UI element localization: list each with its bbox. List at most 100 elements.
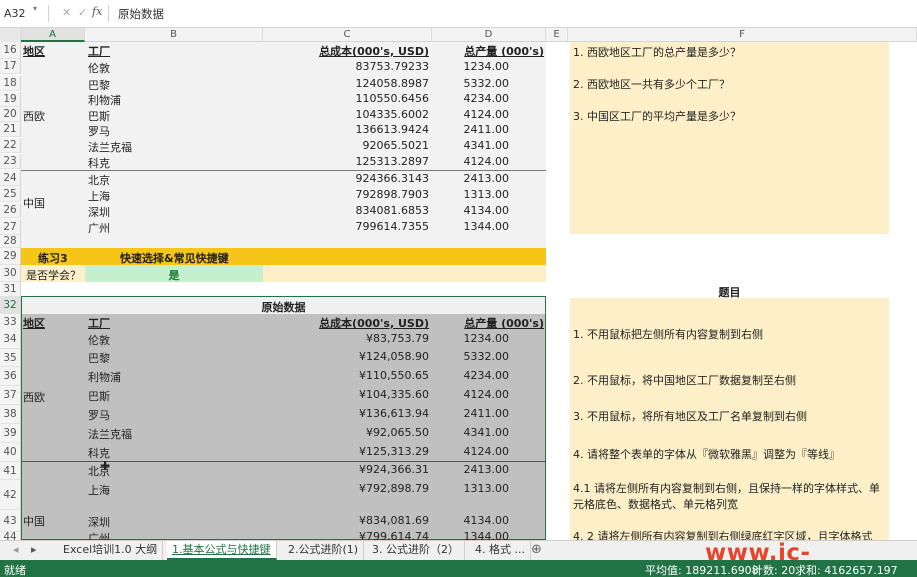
row-header[interactable]: 20 [0, 107, 21, 122]
row-header[interactable]: 30 [0, 265, 21, 282]
question-2: 2. 西欧地区一共有多少个工厂？ [573, 78, 730, 91]
row-header[interactable]: 21 [0, 122, 21, 137]
factory-cell: 巴斯 [88, 110, 110, 123]
row-header[interactable]: 27 [0, 219, 21, 235]
row-header[interactable]: 34 [0, 330, 21, 349]
exercise-answer[interactable]: 是 [85, 267, 263, 283]
tab-formula-advanced-1[interactable]: 2.公式进阶(1) [283, 541, 365, 560]
cost-cell: ¥83,753.79 [366, 332, 429, 345]
exercise-label: 练习3 [38, 252, 68, 265]
column-header-e[interactable]: E [546, 28, 568, 42]
cost-cell: 110550.6456 [355, 92, 429, 105]
output-cell: 4134.00 [463, 204, 510, 217]
formula-input[interactable]: 原始数据 [118, 6, 164, 22]
cost-cell: ¥125,313.29 [359, 445, 429, 458]
row-header[interactable]: 16 [0, 42, 21, 59]
row-header[interactable]: 18 [0, 76, 21, 91]
row-header[interactable]: 36 [0, 367, 21, 386]
factory-cell: 罗马 [88, 409, 110, 422]
exercise-title: 快速选择&常见快捷键 [120, 252, 229, 265]
status-ready: 就绪 [4, 564, 26, 577]
row-header[interactable]: 39 [0, 424, 21, 443]
column-header-c[interactable]: C [263, 28, 432, 42]
question-3: 3. 中国区工厂的平均产量是多少？ [573, 110, 741, 123]
factory-cell: 巴黎 [88, 79, 110, 92]
output-cell: 1234.00 [463, 332, 510, 345]
factory-cell: 深圳 [88, 206, 110, 219]
status-sum: 求和: 4162657.197 [795, 564, 898, 577]
tab-scroll-right-icon[interactable]: ▸ [26, 541, 42, 560]
output-cell: 4341.00 [463, 426, 510, 439]
row-header[interactable]: 43 [0, 510, 21, 532]
enter-icon[interactable]: ✓ [78, 6, 87, 19]
row-header[interactable]: 28 [0, 235, 21, 248]
cost-cell: ¥792,898.79 [359, 482, 429, 495]
row-header[interactable]: 25 [0, 186, 21, 202]
name-box-dropdown-icon[interactable]: ▾ [33, 4, 37, 13]
status-count: 计数: 20 [752, 564, 796, 577]
bottom-header-region: 地区 [23, 317, 45, 330]
question-1: 1. 西欧地区工厂的总产量是多少？ [573, 46, 741, 59]
factory-cell: 科克 [88, 157, 110, 170]
cost-cell: 834081.6853 [355, 204, 429, 217]
column-header-f[interactable]: F [568, 28, 917, 42]
output-cell: 4124.00 [463, 388, 510, 401]
name-box[interactable]: A32 [0, 4, 46, 24]
top-region-west: 西欧 [23, 110, 45, 123]
top-region-china: 中国 [23, 197, 45, 210]
factory-cell: 上海 [88, 190, 110, 203]
row-header[interactable]: 41 [0, 462, 21, 480]
output-cell: 4124.00 [463, 155, 510, 168]
row-header[interactable]: 33 [0, 314, 21, 331]
tab-scroll-left-icon[interactable]: ◂ [8, 541, 24, 560]
formula-separator [48, 5, 49, 22]
factory-cell: 法兰克福 [88, 428, 132, 441]
select-all-corner[interactable] [0, 28, 21, 42]
formula-bar: A32 ▾ ✕ ✓ fx 原始数据 [0, 0, 917, 28]
tab-basic-formulas[interactable]: 1.基本公式与快捷键 [167, 541, 277, 560]
column-header-bar: A B C D E F [0, 28, 917, 42]
output-cell: 4234.00 [463, 92, 510, 105]
factory-cell: 利物浦 [88, 94, 121, 107]
column-header-b[interactable]: B [85, 28, 263, 42]
tab-format[interactable]: 4. 格式 ... [470, 541, 531, 560]
row-header[interactable]: 17 [0, 59, 21, 74]
output-cell: 4124.00 [463, 445, 510, 458]
row-header[interactable]: 42 [0, 480, 21, 510]
cost-cell: 124058.8987 [355, 77, 429, 90]
row-header[interactable]: 26 [0, 203, 21, 218]
row-header[interactable]: 32 [0, 297, 21, 314]
cost-cell: 799614.7355 [355, 220, 429, 233]
tab-outline[interactable]: Excel培训1.0 大纲 [58, 541, 164, 560]
task-3: 3. 不用鼠标，将所有地区及工厂名单复制到右侧 [573, 410, 807, 423]
row-header[interactable]: 38 [0, 405, 21, 424]
bottom-region-china: 中国 [23, 515, 45, 528]
bottom-table-title: 原始数据 [261, 301, 306, 314]
exercise-empty-fill [263, 265, 546, 282]
row-header[interactable]: 19 [0, 92, 21, 107]
row-header[interactable]: 22 [0, 138, 21, 153]
row-header[interactable]: 29 [0, 248, 21, 265]
cost-cell: ¥92,065.50 [366, 426, 429, 439]
row-header[interactable]: 24 [0, 170, 21, 186]
formula-separator [108, 5, 109, 22]
row-header[interactable]: 37 [0, 386, 21, 405]
cost-cell: ¥834,081.69 [359, 514, 429, 527]
row-header[interactable]: 35 [0, 349, 21, 367]
cancel-icon[interactable]: ✕ [62, 6, 71, 19]
output-cell: 1234.00 [463, 60, 510, 73]
row-header[interactable]: 31 [0, 282, 21, 297]
insert-function-icon[interactable]: fx [92, 5, 102, 18]
output-cell: 4134.00 [463, 514, 510, 527]
output-cell: 2413.00 [463, 463, 510, 476]
tab-formula-advanced-2[interactable]: 3. 公式进阶（2） [367, 541, 465, 560]
column-header-a[interactable]: A [21, 28, 85, 42]
top-header-cost: 总成本(000's, USD) [319, 45, 429, 58]
row-header[interactable]: 40 [0, 443, 21, 462]
add-sheet-icon[interactable]: ⊕ [526, 541, 547, 560]
output-cell: 4341.00 [463, 139, 510, 152]
row-header[interactable]: 23 [0, 154, 21, 169]
column-header-d[interactable]: D [432, 28, 546, 42]
factory-cell: 伦敦 [88, 62, 110, 75]
cost-cell: 136613.9424 [355, 123, 429, 136]
